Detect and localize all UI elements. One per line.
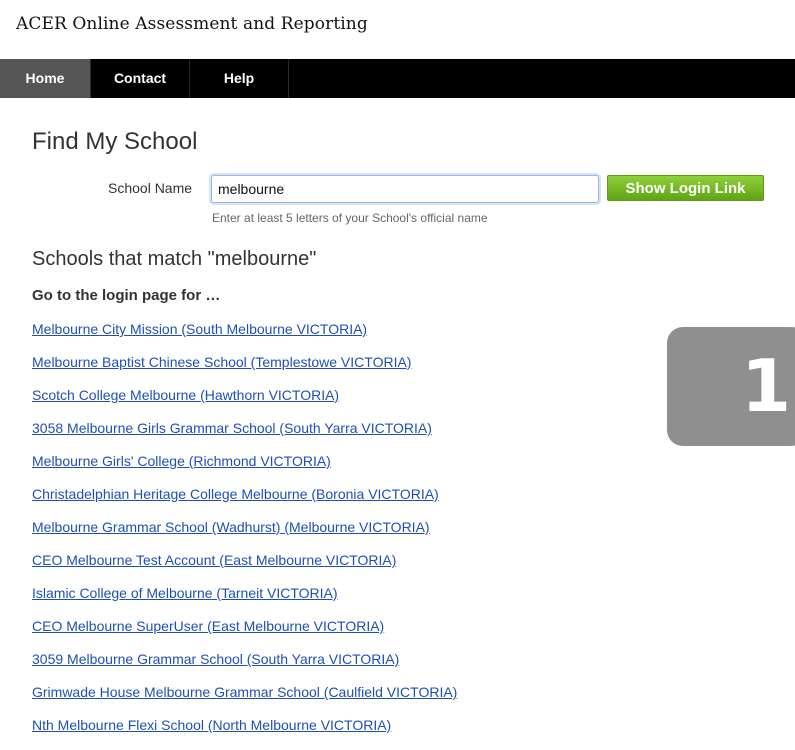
nav-help[interactable]: Help xyxy=(190,59,289,98)
list-item: CEO Melbourne SuperUser (East Melbourne … xyxy=(32,617,457,650)
school-link[interactable]: 3058 Melbourne Girls Grammar School (Sou… xyxy=(32,420,432,436)
school-link[interactable]: Melbourne Girls' College (Richmond VICTO… xyxy=(32,453,331,469)
step-number-badge: 1 xyxy=(667,327,795,446)
list-item: 3058 Melbourne Girls Grammar School (Sou… xyxy=(32,419,457,452)
nav-home[interactable]: Home xyxy=(0,59,91,98)
list-item: Christadelphian Heritage College Melbour… xyxy=(32,485,457,518)
list-item: 3059 Melbourne Grammar School (South Yar… xyxy=(32,650,457,683)
school-link[interactable]: Melbourne Baptist Chinese School (Temple… xyxy=(32,354,411,370)
list-item: Islamic College of Melbourne (Tarneit VI… xyxy=(32,584,457,617)
list-item: Melbourne Baptist Chinese School (Temple… xyxy=(32,353,457,386)
page-title: Find My School xyxy=(32,128,198,155)
school-link[interactable]: Nth Melbourne Flexi School (North Melbou… xyxy=(32,717,391,733)
school-link[interactable]: CEO Melbourne SuperUser (East Melbourne … xyxy=(32,618,384,634)
school-name-input[interactable] xyxy=(211,175,599,203)
list-item: Melbourne Girls' College (Richmond VICTO… xyxy=(32,452,457,485)
results-subtitle: Go to the login page for … xyxy=(32,287,221,304)
school-link[interactable]: Melbourne Grammar School (Wadhurst) (Mel… xyxy=(32,519,430,535)
app-title: ACER Online Assessment and Reporting xyxy=(16,14,368,34)
show-login-link-button[interactable]: Show Login Link xyxy=(607,175,764,201)
school-link[interactable]: 3059 Melbourne Grammar School (South Yar… xyxy=(32,651,399,667)
list-item: Melbourne City Mission (South Melbourne … xyxy=(32,320,457,353)
results-title: Schools that match "melbourne" xyxy=(32,248,317,270)
list-item: Melbourne Grammar School (Wadhurst) (Mel… xyxy=(32,518,457,551)
school-link[interactable]: Melbourne City Mission (South Melbourne … xyxy=(32,321,367,337)
results-list: Melbourne City Mission (South Melbourne … xyxy=(32,320,457,749)
school-link[interactable]: Grimwade House Melbourne Grammar School … xyxy=(32,684,457,700)
school-link[interactable]: Christadelphian Heritage College Melbour… xyxy=(32,486,439,502)
school-link[interactable]: CEO Melbourne Test Account (East Melbour… xyxy=(32,552,396,568)
main-nav: Home Contact Help xyxy=(0,59,795,98)
school-link[interactable]: Scotch College Melbourne (Hawthorn VICTO… xyxy=(32,387,339,403)
app-header: ACER Online Assessment and Reporting xyxy=(0,0,795,59)
school-name-label: School Name xyxy=(108,180,193,196)
list-item: Nth Melbourne Flexi School (North Melbou… xyxy=(32,716,457,749)
list-item: Scotch College Melbourne (Hawthorn VICTO… xyxy=(32,386,457,419)
input-hint: Enter at least 5 letters of your School'… xyxy=(212,211,488,225)
list-item: CEO Melbourne Test Account (East Melbour… xyxy=(32,551,457,584)
nav-contact[interactable]: Contact xyxy=(91,59,190,98)
school-link[interactable]: Islamic College of Melbourne (Tarneit VI… xyxy=(32,585,338,601)
list-item: Grimwade House Melbourne Grammar School … xyxy=(32,683,457,716)
